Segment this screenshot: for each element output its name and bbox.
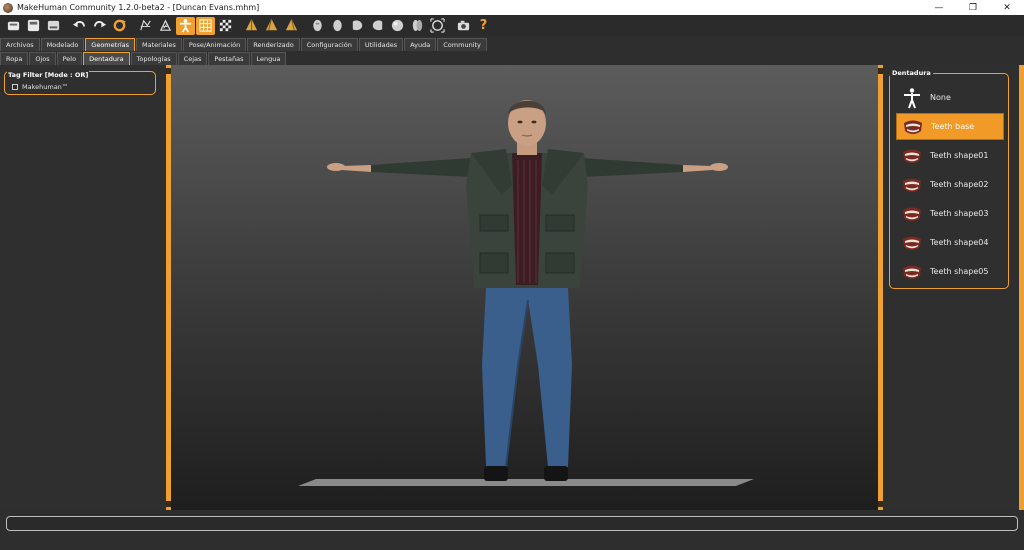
tab-archivos[interactable]: Archivos [0,38,40,51]
subtab-pestañas[interactable]: Pestañas [208,52,250,65]
dentadura-option-none[interactable]: None [896,84,1004,111]
sub-tabs: Ropa Ojos Pelo Dentadura Topologías Cejas Pest… [0,51,287,65]
help-icon[interactable]: ? [474,17,493,35]
dentadura-option-teeth-shape03[interactable]: Teeth shape03 [896,200,1004,227]
right-panel-scrollbar[interactable] [1019,65,1024,510]
tag-filter-option-label: Makehuman™ [22,83,69,91]
face-view-icon[interactable] [308,17,327,35]
dentadura-option-teeth-shape04[interactable]: Teeth shape04 [896,229,1004,256]
pose-icon[interactable] [176,16,195,35]
subtab-topologías[interactable]: Topologías [130,52,177,65]
makehuman-window: MakeHuman Community 1.2.0-beta2 - [Dunca… [0,0,1024,550]
teeth-icon [901,115,925,139]
back-view-icon[interactable] [328,17,347,35]
tag-filter-group: Tag Filter [Mode : OR] Makehuman™ [4,71,156,95]
teeth-icon [900,144,924,168]
toolbar: ? [0,15,1024,36]
tab-pose-animación[interactable]: Pose/Animación [182,38,247,51]
checker-icon[interactable] [216,17,235,35]
save-icon[interactable] [4,17,23,35]
undo-icon[interactable] [70,17,89,35]
tag-filter-option[interactable]: Makehuman™ [12,83,68,91]
dentadura-option-label: Teeth shape04 [930,238,989,247]
status-field [6,516,1018,531]
wireframe-icon[interactable] [136,17,155,35]
export-icon[interactable] [44,17,63,35]
front-view-icon[interactable] [242,17,261,35]
main-tabs: Archivos Modelado Geometrías Materiales Pose… [0,37,488,51]
dentadura-option-label: Teeth shape03 [930,209,989,218]
tab-configuración[interactable]: Configuración [300,38,358,51]
left-panel: Tag Filter [Mode : OR] Makehuman™ [0,65,166,510]
left-view-icon[interactable] [348,17,367,35]
ground-plane [298,479,754,486]
reset-icon[interactable] [110,17,129,35]
tab-geometrías[interactable]: Geometrías [85,38,136,51]
dentadura-option-teeth-shape01[interactable]: Teeth shape01 [896,142,1004,169]
human-figure-icon [900,86,924,110]
top-view-icon[interactable] [282,17,301,35]
teeth-icon [900,202,924,226]
tab-materiales[interactable]: Materiales [136,38,182,51]
dentadura-option-label: Teeth shape05 [930,267,989,276]
side-view-icon[interactable] [262,17,281,35]
tab-modelado[interactable]: Modelado [40,38,85,51]
dentadura-option-teeth-shape05[interactable]: Teeth shape05 [896,258,1004,285]
3d-viewport[interactable] [166,65,883,510]
tag-filter-title: Tag Filter [Mode : OR] [7,71,90,79]
load-icon[interactable] [24,17,43,35]
makehuman-checkbox[interactable] [12,84,18,90]
window-controls: — ❐ ✕ [922,0,1024,15]
title-bar: MakeHuman Community 1.2.0-beta2 - [Dunca… [0,0,1024,15]
smooth-icon[interactable] [156,17,175,35]
subtab-lengua[interactable]: Lengua [250,52,287,65]
status-bar [0,510,1024,550]
subtab-ropa[interactable]: Ropa [0,52,29,65]
right-shoe [544,466,568,481]
right-sleeve [582,158,683,177]
dentadura-option-label: Teeth base [931,122,975,131]
tab-renderizado[interactable]: Renderizado [247,38,300,51]
subtab-cejas[interactable]: Cejas [177,52,208,65]
dentadura-option-teeth-shape02[interactable]: Teeth shape02 [896,171,1004,198]
human-model [298,100,754,486]
right-hand [710,163,728,171]
window-title: MakeHuman Community 1.2.0-beta2 - [Dunca… [17,3,260,12]
dentadura-option-label: None [930,93,951,102]
close-button[interactable]: ✕ [990,0,1024,15]
teeth-icon [900,173,924,197]
sphere-icon[interactable] [388,17,407,35]
redo-icon[interactable] [90,17,109,35]
tab-utilidades[interactable]: Utilidades [358,38,404,51]
right-view-icon[interactable] [368,17,387,35]
minimize-button[interactable]: — [922,0,956,15]
dentadura-option-label: Teeth shape02 [930,180,989,189]
teeth-icon [900,260,924,284]
subtab-pelo[interactable]: Pelo [56,52,83,65]
restore-button[interactable]: ❐ [956,0,990,15]
shell-icon[interactable] [408,17,427,35]
teeth-icon [900,231,924,255]
dentadura-option-label: Teeth shape01 [930,151,989,160]
dentadura-group: Dentadura None Teeth base Teeth shape01 Tee… [889,69,1009,289]
tab-ayuda[interactable]: Ayuda [404,38,437,51]
dentadura-option-teeth-base[interactable]: Teeth base [896,113,1004,140]
subtab-dentadura[interactable]: Dentadura [83,52,130,65]
left-shoe [484,466,508,481]
jeans [482,288,572,467]
grid-icon[interactable] [196,16,215,35]
screenshot-icon[interactable] [454,17,473,35]
app-logo-icon [3,2,13,13]
subtab-ojos[interactable]: Ojos [29,52,56,65]
right-panel: Dentadura None Teeth base Teeth shape01 Tee… [883,65,1024,510]
left-sleeve [371,158,471,177]
tab-community[interactable]: Community [437,38,487,51]
shirt [512,153,542,285]
dentadura-title: Dentadura [890,69,933,77]
frame-icon[interactable] [428,17,447,35]
